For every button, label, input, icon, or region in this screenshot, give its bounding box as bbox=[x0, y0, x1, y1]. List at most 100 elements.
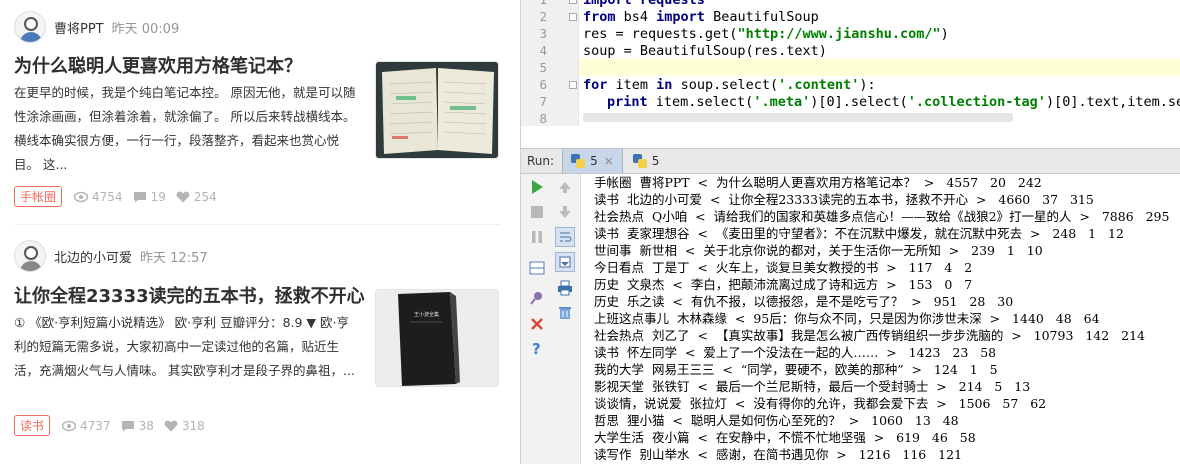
arrow-down-icon bbox=[559, 206, 571, 218]
fold-marker[interactable] bbox=[569, 81, 577, 89]
article-thumbnail[interactable]: 王小波全集 bbox=[375, 289, 499, 387]
article-title[interactable]: 为什么聪明人更喜欢用方格笔记本？ bbox=[14, 52, 302, 78]
book-cover-image: 王小波全集 bbox=[376, 290, 498, 386]
run-toolbar: ? bbox=[521, 174, 581, 464]
console-line: 影视天堂 张铁钉 < 最后一个兰尼斯特，最后一个受封骑士 > 214 5 13 bbox=[594, 379, 1031, 394]
article-abstract: ① 《欧·亨利短篇小说精选》 欧·亨利 豆瓣评分：8.9 ▼ 欧·亨利的短篇无需… bbox=[14, 315, 355, 378]
likes-count: 254 bbox=[176, 190, 217, 204]
heart-icon bbox=[164, 420, 178, 431]
console-line: 上班这点事儿 木林森缘 < 95后：你与众不同，只是因为你涉世未深 > 1440… bbox=[594, 311, 1100, 326]
run-tab[interactable]: 5 bbox=[625, 149, 668, 173]
ide-window: 1 2 3 4 5 6 7 8 import requests from bs4… bbox=[520, 0, 1180, 464]
print-button[interactable] bbox=[555, 278, 575, 298]
stop-icon bbox=[531, 206, 543, 218]
console-line: 世间事 新世相 < 关于北京你说的都对，关于生活你一无所知 > 239 1 10 bbox=[594, 243, 1043, 258]
scroll-to-end-button[interactable] bbox=[555, 252, 575, 272]
console-line: 手帐圈 曹将PPT < 为什么聪明人更喜欢用方格笔记本？ > 4557 20 2… bbox=[594, 175, 1042, 190]
clear-all-button[interactable] bbox=[555, 302, 575, 322]
code-line: print item.select('.meta')[0].select('.c… bbox=[607, 94, 1180, 110]
pause-icon bbox=[532, 231, 542, 243]
avatar[interactable] bbox=[14, 11, 46, 43]
pin-tab-button[interactable] bbox=[527, 288, 547, 308]
comment-icon bbox=[133, 191, 146, 202]
code-editor[interactable]: 1 2 3 4 5 6 7 8 import requests from bs4… bbox=[521, 0, 1180, 126]
article-meta: 曹将PPT 昨天 00:09 bbox=[14, 11, 179, 43]
line-number: 8 bbox=[539, 111, 547, 126]
console-line: 历史 文泉杰 < 李白，把颠沛流离过成了诗和远方 > 153 0 7 bbox=[594, 277, 973, 292]
book-title-text: 王小波全集 bbox=[414, 311, 439, 318]
article-feed: 曹将PPT 昨天 00:09 为什么聪明人更喜欢用方格笔记本？ 在更早的时候，我… bbox=[0, 0, 520, 464]
run-tab[interactable]: 5 × bbox=[562, 149, 623, 173]
code-line: import requests bbox=[583, 0, 705, 8]
avatar[interactable] bbox=[14, 240, 46, 272]
notebook-image bbox=[376, 62, 498, 158]
comment-icon bbox=[121, 420, 134, 431]
console-line: 我的大学 网易王三三 < “同学，要硬不，欧美的那种” > 124 1 5 bbox=[594, 362, 998, 377]
collection-tag[interactable]: 手帐圈 bbox=[14, 186, 63, 207]
fold-marker[interactable] bbox=[569, 0, 577, 4]
soft-wrap-icon bbox=[560, 232, 572, 242]
layout-icon bbox=[529, 261, 545, 275]
line-number: 1 bbox=[521, 0, 547, 7]
line-number: 5 bbox=[539, 60, 547, 75]
publish-time: 昨天 12:57 bbox=[140, 250, 208, 266]
scroll-up-button[interactable] bbox=[555, 177, 575, 197]
console-line: 历史 乐之读 < 有仇不报，以德报怨，是不是吃亏了？ > 951 28 30 bbox=[594, 294, 1014, 309]
stop-button[interactable] bbox=[527, 202, 547, 222]
console-line: 读书 麦家理想谷 < 《麦田里的守望者》：不在沉默中爆发，就在沉默中死去 > 2… bbox=[594, 226, 1124, 241]
print-icon bbox=[558, 280, 572, 296]
eye-icon bbox=[62, 420, 77, 431]
current-line-highlight bbox=[579, 59, 1180, 76]
heart-icon bbox=[176, 191, 190, 202]
code-line: soup = BeautifulSoup(res.text) bbox=[583, 43, 827, 59]
close-run-button[interactable] bbox=[527, 314, 547, 334]
console-output[interactable]: 手帐圈 曹将PPT < 为什么聪明人更喜欢用方格笔记本？ > 4557 20 2… bbox=[582, 174, 1180, 464]
collection-tag[interactable]: 读书 bbox=[14, 415, 51, 436]
publish-time: 昨天 00:09 bbox=[111, 21, 180, 37]
svg-text:?: ? bbox=[532, 340, 541, 356]
console-line: 哲思 狸小猫 < 聪明人是如何伤心至死的？ > 1060 13 48 bbox=[594, 413, 959, 428]
console-line: 社会热点 Q小咱 < 请给我们的国家和英雄多点信心！——致给《战狼2》打一星的人… bbox=[594, 209, 1170, 224]
likes-count: 318 bbox=[164, 419, 205, 433]
code-line: for item in soup.select('.content'): bbox=[583, 77, 876, 93]
views-count: 4737 bbox=[62, 419, 111, 433]
comments-count[interactable]: 19 bbox=[133, 190, 166, 204]
article-title[interactable]: 让你全程23333读完的五本书，拯救不开心 bbox=[14, 282, 365, 308]
eye-icon bbox=[74, 191, 89, 202]
console-line: 大学生活 夜小篇 < 在安静中，不慌不忙地坚强 > 619 46 58 bbox=[594, 430, 976, 445]
arrow-up-icon bbox=[559, 182, 571, 193]
help-button[interactable]: ? bbox=[527, 338, 547, 358]
close-icon[interactable]: × bbox=[604, 154, 614, 168]
pause-button[interactable] bbox=[527, 227, 547, 247]
trash-icon bbox=[559, 307, 571, 319]
console-line: 读书 北边的小可爱 < 让你全程23333读完的五本书，拯救不开心 > 4660… bbox=[594, 192, 1094, 207]
code-line: res = requests.get("http://www.jianshu.c… bbox=[583, 26, 949, 42]
run-tool-window-header: Run: 5 × 5 bbox=[521, 148, 1180, 174]
console-line: 读写作 别山举水 < 感谢，在简书遇见你 > 1216 116 121 bbox=[594, 447, 963, 462]
article-thumbnail[interactable] bbox=[375, 61, 499, 159]
author-name[interactable]: 曹将PPT bbox=[54, 18, 104, 37]
rerun-button[interactable] bbox=[527, 177, 547, 197]
console-line: 读书 怀左同学 < 爱上了一个没法在一起的人…… > 1423 23 58 bbox=[594, 345, 997, 360]
comments-count[interactable]: 38 bbox=[121, 419, 154, 433]
line-number: 4 bbox=[539, 43, 547, 58]
soft-wrap-button[interactable] bbox=[555, 227, 575, 247]
horizontal-scrollbar[interactable] bbox=[583, 113, 1013, 122]
article-card: 曹将PPT 昨天 00:09 为什么聪明人更喜欢用方格笔记本？ 在更早的时候，我… bbox=[14, 11, 500, 216]
article-stats: 读书 4737 38 318 bbox=[14, 415, 215, 436]
author-name[interactable]: 北边的小可爱 bbox=[54, 247, 132, 266]
play-icon bbox=[532, 180, 543, 194]
close-icon bbox=[531, 318, 543, 330]
fold-marker[interactable] bbox=[569, 13, 577, 21]
console-line: 今日看点 丁是丁 < 火车上，谈复旦美女教授的书 > 117 4 2 bbox=[594, 260, 973, 275]
scroll-end-icon bbox=[559, 256, 571, 268]
layout-button[interactable] bbox=[527, 258, 547, 278]
help-icon: ? bbox=[532, 340, 541, 356]
run-label: Run: bbox=[527, 154, 555, 168]
line-number: 7 bbox=[539, 94, 547, 109]
divider bbox=[14, 224, 500, 225]
article-abstract: 在更早的时候，我是个纯白笔记本控。 原因无他，就是可以随性涂涂画画，但涂着涂着，… bbox=[14, 85, 356, 172]
line-number: 2 bbox=[539, 9, 547, 24]
python-icon bbox=[632, 154, 647, 168]
scroll-down-button[interactable] bbox=[555, 202, 575, 222]
